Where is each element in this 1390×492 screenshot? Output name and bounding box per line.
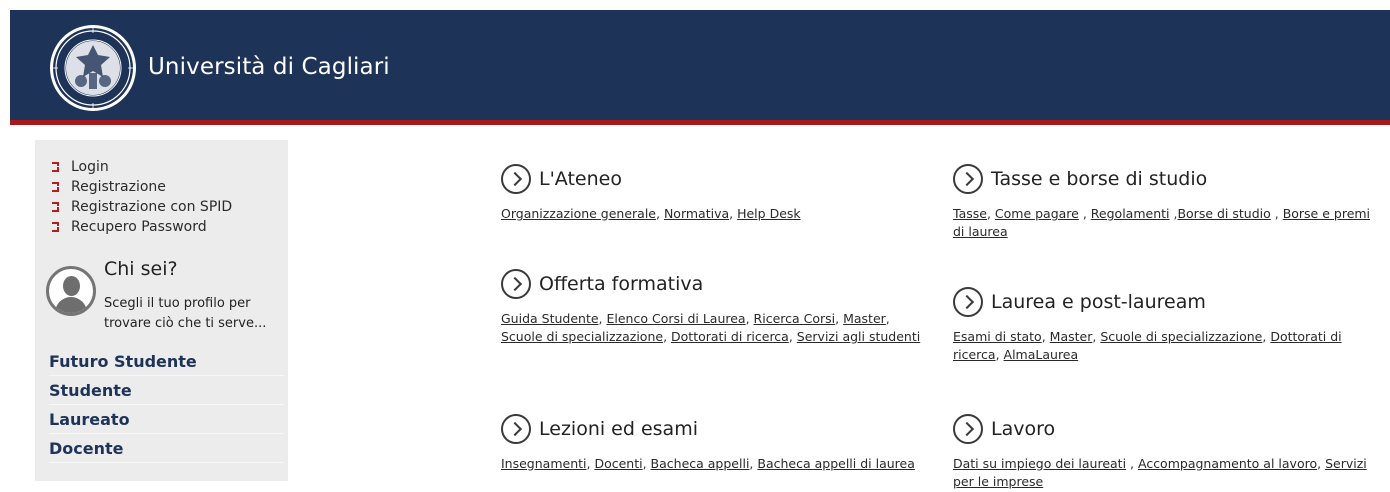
bracket-bullet-icon <box>51 222 61 232</box>
profile-future-student[interactable]: Futuro Studente <box>49 352 197 371</box>
sidebar: Login Registrazione Registrazione con SP… <box>35 140 288 481</box>
registration-link[interactable]: Registrazione <box>71 179 166 195</box>
university-seal-icon[interactable] <box>48 23 138 113</box>
profile-student[interactable]: Studente <box>49 381 132 400</box>
section-title-text: Lavoro <box>991 418 1056 440</box>
spid-registration-link[interactable]: Registrazione con SPID <box>71 199 232 215</box>
section-links: Insegnamenti, Docenti, Bacheca appelli, … <box>501 456 915 471</box>
section-offerta: Offerta formativa Guida Studente, Elenco… <box>501 268 921 346</box>
section-link[interactable]: Ricerca Corsi <box>754 311 836 326</box>
section-title-tasse[interactable]: Tasse e borse di studio <box>953 163 1373 195</box>
login-links: Login Registrazione Registrazione con SP… <box>51 157 232 237</box>
section-title-text: L'Ateneo <box>539 168 622 190</box>
chevron-right-circle-icon <box>501 414 531 444</box>
login-link[interactable]: Login <box>71 159 109 175</box>
section-link[interactable]: Master <box>843 311 886 326</box>
section-title-offerta[interactable]: Offerta formativa <box>501 268 921 300</box>
login-item[interactable]: Login <box>51 157 232 177</box>
chevron-right-circle-icon <box>953 287 983 317</box>
profile-item: Laureato <box>49 405 284 434</box>
section-links: Organizzazione generale, Normativa, Help… <box>501 206 801 221</box>
section-ateneo: L'Ateneo Organizzazione generale, Normat… <box>501 163 921 223</box>
section-link[interactable]: Esami di stato <box>953 329 1042 344</box>
chevron-right-circle-icon <box>501 269 531 299</box>
section-link[interactable]: Tasse <box>953 206 987 221</box>
section-link[interactable]: Normativa <box>664 206 729 221</box>
header-stripe <box>10 120 1390 125</box>
section-link[interactable]: Come pagare <box>995 206 1079 221</box>
chisei-title: Chi sei? <box>104 258 178 280</box>
section-link[interactable]: Scuole di specializzazione <box>501 329 663 344</box>
profile-item: Futuro Studente <box>49 347 284 376</box>
recover-item[interactable]: Recupero Password <box>51 217 232 237</box>
section-lezioni: Lezioni ed esami Insegnamenti, Docenti, … <box>501 413 921 473</box>
section-link[interactable]: Regolamenti <box>1091 206 1170 221</box>
section-tasse: Tasse e borse di studio Tasse, Come paga… <box>953 163 1373 241</box>
section-link[interactable]: Accompagnamento al lavoro <box>1138 456 1317 471</box>
site-header: Università di Cagliari <box>10 10 1390 122</box>
section-link[interactable]: Bacheca appelli di laurea <box>757 456 915 471</box>
section-title-ateneo[interactable]: L'Ateneo <box>501 163 921 195</box>
section-link[interactable]: Scuole di specializzazione <box>1100 329 1262 344</box>
section-link[interactable]: Borse di studio <box>1177 206 1270 221</box>
section-link[interactable]: Dottorati di ricerca <box>671 329 789 344</box>
spid-item[interactable]: Registrazione con SPID <box>51 197 232 217</box>
section-links: Tasse, Come pagare , Regolamenti ,Borse … <box>953 206 1371 239</box>
section-link[interactable]: Dati su impiego dei laureati <box>953 456 1126 471</box>
password-recovery-link[interactable]: Recupero Password <box>71 219 207 235</box>
chevron-right-circle-icon <box>953 414 983 444</box>
section-title-laurea[interactable]: Laurea e post-lauream <box>953 286 1373 318</box>
profile-list: Futuro Studente Studente Laureato Docent… <box>49 347 284 463</box>
bracket-bullet-icon <box>51 182 61 192</box>
section-title-lezioni[interactable]: Lezioni ed esami <box>501 413 921 445</box>
register-item[interactable]: Registrazione <box>51 177 232 197</box>
user-avatar-icon <box>46 266 96 316</box>
chisei-text: Scegli il tuo profilo per trovare ciò ch… <box>104 296 267 331</box>
section-link[interactable]: Master <box>1050 329 1093 344</box>
bracket-bullet-icon <box>51 202 61 212</box>
chevron-right-circle-icon <box>501 164 531 194</box>
section-title-lavoro[interactable]: Lavoro <box>953 413 1373 445</box>
section-lavoro: Lavoro Dati su impiego dei laureati , Ac… <box>953 413 1373 491</box>
profile-graduate[interactable]: Laureato <box>49 410 130 429</box>
section-title-text: Offerta formativa <box>539 273 704 295</box>
section-links: Dati su impiego dei laureati , Accompagn… <box>953 456 1367 489</box>
section-link[interactable]: Help Desk <box>737 206 801 221</box>
section-title-text: Laurea e post-lauream <box>991 291 1206 313</box>
profile-chooser: Chi sei? Scegli il tuo profilo per trova… <box>46 258 286 331</box>
bracket-bullet-icon <box>51 162 61 172</box>
section-link[interactable]: AlmaLaurea <box>1004 347 1079 362</box>
profile-teacher[interactable]: Docente <box>49 439 124 458</box>
section-link[interactable]: Docenti <box>594 456 642 471</box>
site-title[interactable]: Università di Cagliari <box>148 54 390 80</box>
section-link[interactable]: Bacheca appelli <box>651 456 750 471</box>
profile-item: Docente <box>49 434 284 463</box>
section-link[interactable]: Organizzazione generale <box>501 206 656 221</box>
section-link[interactable]: Elenco Corsi di Laurea <box>607 311 746 326</box>
section-link[interactable]: Insegnamenti <box>501 456 587 471</box>
profile-item: Studente <box>49 376 284 405</box>
section-link[interactable]: Guida Studente <box>501 311 599 326</box>
chevron-right-circle-icon <box>953 164 983 194</box>
section-link[interactable]: Servizi agli studenti <box>797 329 920 344</box>
section-links: Guida Studente, Elenco Corsi di Laurea, … <box>501 311 921 344</box>
section-links: Esami di stato, Master, Scuole di specia… <box>953 329 1342 362</box>
section-title-text: Tasse e borse di studio <box>991 168 1208 190</box>
section-title-text: Lezioni ed esami <box>539 418 698 440</box>
section-laurea: Laurea e post-lauream Esami di stato, Ma… <box>953 286 1373 364</box>
